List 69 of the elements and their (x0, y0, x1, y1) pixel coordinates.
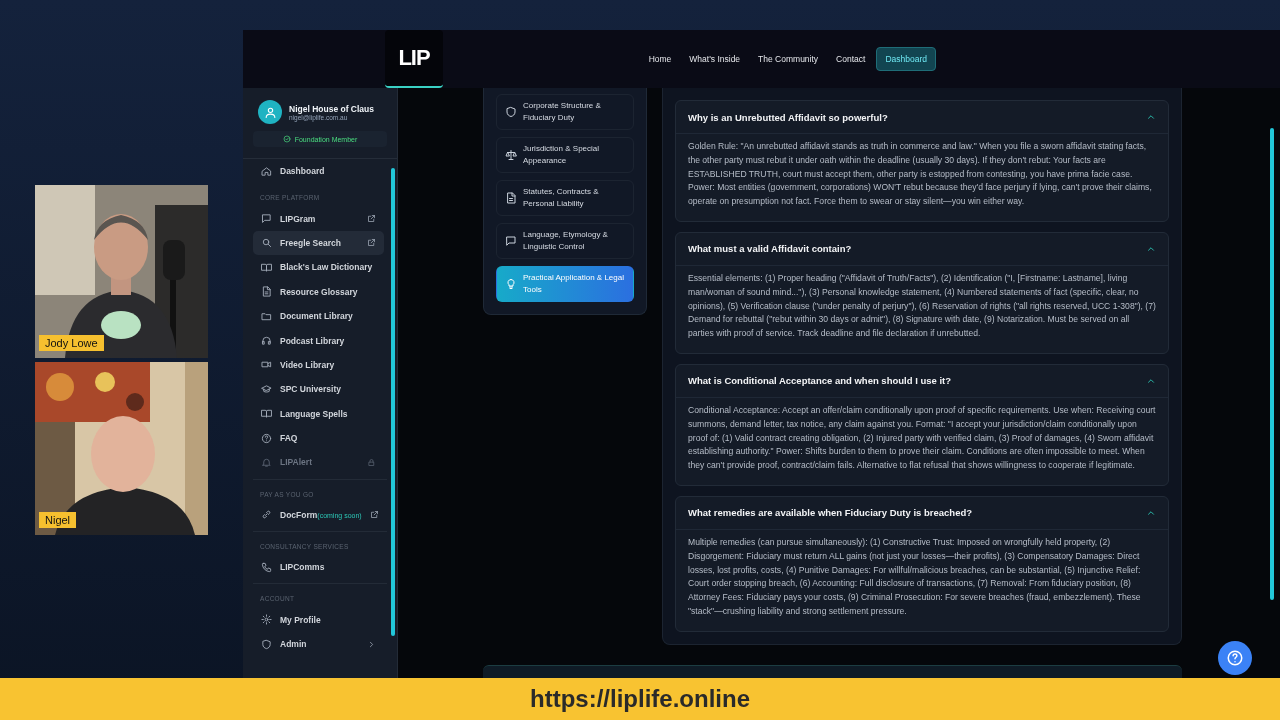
document-icon (261, 286, 272, 298)
nav-link[interactable]: Contact (829, 48, 873, 70)
website-url: https://liplife.online (530, 685, 750, 713)
folder-icon (261, 310, 272, 322)
phone-icon (261, 561, 272, 573)
bell-icon (261, 457, 272, 468)
lightbulb-icon (505, 278, 517, 290)
sidebar-item[interactable]: My Profile (253, 607, 384, 632)
sidebar-item[interactable]: Dashboard (253, 159, 384, 184)
faq-answer: Conditional Acceptance: Accept an offer/claim conditionally upon proof of specific requirements. Use when: Receiving court summons, demand letter, tax notice, any claim against you. Format: "I accept your jurisdiction/claim conditionally upon proof of: (1) Valid contract creating obligation, (2) Injured party with verified claim, (3) Proof of damages, (4) Sworn affidavit establishing authority." Power: Shifts burden to them to prove their claim. Conditions are often impossible to meet. When they can't provide proof, contract/claim fails. Alternative to flat refusal that shows willingness to cooperate if legitimate. (676, 396, 1168, 485)
sidebar-item[interactable]: Video Library (253, 352, 384, 378)
nav-link[interactable]: The Community (751, 48, 826, 70)
sidebar-item[interactable]: Language Spells (253, 401, 384, 426)
sidebar-item[interactable]: Freegle Search (253, 230, 384, 256)
faq-answer: Essential elements: (1) Proper heading ("Affidavit of Truth/Facts"), (2) Identification ("I, [Firstname: Lastname], living man/woman of sound mind..."), (3) Personal knowledge statement, (4) Numbered statements of fact (specific, clear, no opinions), (5) Verification clause ("under penalty of perjury"), (6) Reservation of rights ("all rights reserved, UCC 1-308"), (7) Demand for rebuttal ("rebut within 30 days or admit"), (8) Signature with date, (9) Notarization. Must be served on all parties with proof of service. Track deadline and file declaration if unrebutted. (676, 265, 1168, 353)
settings-icon (261, 614, 272, 626)
headphones-icon (261, 335, 272, 347)
search-icon (261, 237, 272, 249)
nav-link[interactable]: Dashboard (876, 47, 936, 71)
sidebar-item[interactable]: LIPComms (253, 555, 384, 580)
document-icon (505, 192, 517, 204)
user-icon (263, 105, 277, 119)
scrollbar[interactable] (391, 168, 395, 636)
sidebar-item[interactable]: SPC University (253, 377, 384, 402)
shield-icon (505, 106, 517, 118)
external-link-icon (367, 238, 376, 248)
external-link-icon (367, 214, 376, 224)
name-tag: Jody Lowe (39, 335, 104, 351)
graduation-cap-icon (261, 383, 272, 395)
topic-item[interactable]: Statutes, Contracts & Personal Liability (496, 180, 634, 216)
shield-icon (261, 638, 272, 650)
sidebar-item[interactable]: Document Library (253, 303, 384, 329)
help-button[interactable] (1218, 641, 1252, 675)
topic-item[interactable]: Language, Etymology & Linguistic Control (496, 223, 634, 259)
scrollbar[interactable] (1270, 128, 1274, 600)
sidebar-item[interactable]: LIPGram (253, 206, 384, 231)
book-icon (261, 261, 272, 273)
link-icon (261, 509, 272, 521)
accordion-header[interactable]: Why is an Unrebutted Affidavit so powerful? (676, 101, 1168, 133)
help-icon (261, 432, 272, 444)
external-link-icon (369, 510, 379, 520)
check-circle-icon (282, 135, 291, 143)
chat-icon (261, 213, 272, 225)
accordion-header[interactable]: What remedies are available when Fiduciary Duty is breached? (676, 496, 1168, 529)
sidebar-item[interactable]: Podcast Library (253, 328, 384, 353)
avatar[interactable] (258, 100, 282, 124)
sidebar-item[interactable]: FAQ (253, 425, 384, 451)
home-icon (261, 165, 272, 177)
sidebar-item[interactable]: Admin (253, 631, 384, 657)
help-icon (1226, 649, 1244, 667)
chevron-icon (367, 639, 376, 649)
logo[interactable]: LIP (385, 30, 443, 88)
name-tag: Nigel (39, 512, 77, 528)
user-name: Nigel House of Claus (289, 103, 374, 114)
faq-answer: Golden Rule: "An unrebutted affidavit stands as truth in commerce and law." When you file a sworn affidavit stating facts, the other party must rebut it under oath within the deadline (usually 30 days). If they don't rebut: Your facts are ESTABLISHED TRUTH, court must accept them, other party is estopped from contesting, you have prima facie case. Power: Most entities (government, corporations) WON'T rebut because they'd face perjury if lying, can't prove their claims, operate on presumption not fact. Force them to swear or stay silent—you win either way. (676, 133, 1168, 221)
accordion-header[interactable]: What is Conditional Acceptance and when should I use it? (676, 364, 1168, 397)
sidebar-item[interactable]: Resource Glossary (253, 279, 384, 304)
topic-item[interactable]: Corporate Structure & Fiduciary Duty (496, 94, 634, 130)
sidebar-item[interactable]: Black's Law Dictionary (253, 255, 384, 280)
nav-link[interactable]: What's Inside (682, 48, 748, 70)
chat-icon (505, 235, 517, 247)
topic-item[interactable]: Practical Application & Legal Tools (496, 266, 634, 302)
nav-link[interactable]: Home (641, 48, 679, 70)
accordion-header[interactable]: What must a valid Affidavit contain? (676, 233, 1168, 265)
topic-item[interactable]: Jurisdiction & Special Appearance (496, 137, 634, 173)
lock-icon (367, 458, 376, 467)
book-icon (261, 408, 272, 420)
faq-answer: Multiple remedies (can pursue simultaneously): (1) Constructive Trust: Imposed on wrongfully held property, (2) Disgorgement: Fiduciary must return ALL gains (not just your losses—their profits), (3) Compensatory Damages: Direct losses, lost profits, costs, (4) Punitive Damages: For willful/malicious breaches, can be substantial, (5) Injunctive Relief: Court order stopping breach, (6) Accounting: Full disclosure of transactions, (7) Removal: From fiduciary position, (8) Attorney Fees: Fiduciary pays your costs, (9) Criminal Prosecution: For severe breaches (fraud, embezzlement). These "stack"—crushing liability and strong settlement pressure. (676, 528, 1168, 631)
scales-icon (505, 149, 517, 161)
